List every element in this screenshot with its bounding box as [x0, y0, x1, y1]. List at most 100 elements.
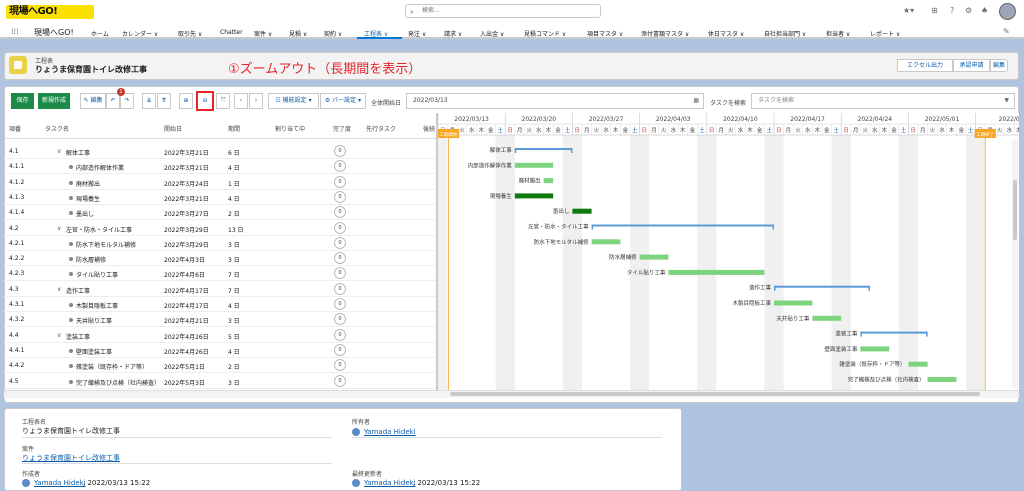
search-placeholder: 検索... — [422, 7, 440, 14]
gantt-edit-button[interactable]: ✎ 編集 — [80, 93, 106, 109]
col-successor[interactable]: 後続 — [423, 124, 435, 133]
zoom-in-button[interactable]: ⊕ — [179, 93, 193, 109]
avatar[interactable] — [999, 3, 1016, 20]
prev-period-button[interactable]: ‹ — [234, 93, 248, 109]
col-duration[interactable]: 期間 — [228, 124, 240, 133]
collapse-all-button[interactable]: ⇊ — [142, 93, 156, 109]
task-start: 2022年3月21日 — [164, 196, 209, 203]
created-by-link[interactable]: Yamada Hideki — [34, 479, 86, 487]
app-launcher-icon[interactable]: ⁞⁞⁞ — [11, 27, 19, 36]
next-period-button[interactable]: › — [249, 93, 263, 109]
col-assigned[interactable]: 割り当て中 — [275, 124, 305, 133]
favorites-icon[interactable]: ★▾ — [903, 6, 914, 15]
nav-item-estimate-commands[interactable]: 見積コマンド ∨ — [524, 29, 566, 38]
task-search-input[interactable]: タスクを検索 ▼ — [751, 93, 1015, 109]
nav-edit-icon[interactable]: ✎ — [1003, 27, 1010, 36]
nav-item-calendar[interactable]: カレンダー ∨ — [122, 29, 158, 38]
new-button[interactable]: 新規作成 — [38, 93, 70, 109]
global-search-input[interactable]: ⌕ 検索... — [405, 4, 601, 18]
col-predecessor[interactable]: 先行タスク — [366, 124, 396, 133]
chevron-down-icon[interactable]: ∨ — [57, 225, 61, 232]
nav-item-payments[interactable]: 入出金 ∨ — [480, 29, 504, 38]
calendar-icon[interactable]: ▦ — [693, 94, 699, 108]
col-task-name[interactable]: タスク名 — [45, 124, 69, 133]
zoom-out-button[interactable]: ⊖ — [196, 91, 214, 111]
task-bar — [668, 269, 765, 275]
fit-to-screen-button[interactable]: ⤧ — [216, 93, 230, 109]
nav-item-orders[interactable]: 発注 ∨ — [408, 29, 426, 38]
task-bar-label: 墨出し — [553, 207, 570, 215]
task-name[interactable]: 塗装工事 — [66, 332, 90, 341]
task-name[interactable]: 防水層補修 — [76, 255, 106, 264]
task-name[interactable]: 壁面塗装工事 — [76, 347, 112, 356]
owner-link[interactable]: Yamada Hideki — [364, 428, 416, 436]
task-name[interactable]: 解体工事 — [66, 148, 90, 157]
day-label: 火 — [459, 128, 465, 134]
vertical-scroll-thumb[interactable] — [1013, 180, 1017, 240]
start-date-input[interactable]: 2022/03/13 ▦ — [406, 93, 704, 109]
nav-item-department[interactable]: 自社担当部門 ∨ — [764, 29, 806, 38]
weekend-column — [764, 135, 774, 397]
weekend-column — [898, 135, 909, 397]
day-label: 水 — [872, 126, 878, 134]
nav-item-projects[interactable]: 案件 ∨ — [254, 29, 272, 38]
bell-icon[interactable]: ♠ — [981, 6, 988, 15]
horizontal-scroll-thumb[interactable] — [450, 392, 980, 396]
task-name[interactable]: 内部造作解体作業 — [76, 163, 124, 172]
nav-item-invoices[interactable]: 請求 ∨ — [444, 29, 462, 38]
task-name[interactable]: 廃材搬出 — [76, 179, 100, 188]
nav-item-contracts[interactable]: 契約 ∨ — [324, 29, 342, 38]
nav-item-reports[interactable]: レポート ∨ — [870, 29, 900, 38]
nav-item-item-master[interactable]: 項目マスタ ∨ — [587, 29, 623, 38]
nav-item-attachment-master[interactable]: 添付書類マスタ ∨ — [641, 29, 689, 38]
approval-request-button[interactable]: 承認申請 — [953, 59, 990, 72]
task-name[interactable]: 防水下地モルタル補修 — [76, 240, 136, 249]
task-name[interactable]: タイル貼り工事 — [76, 270, 118, 279]
row-number: 4.2.1 — [9, 240, 25, 247]
nav-item-estimates[interactable]: 見積 ∨ — [289, 29, 307, 38]
task-name[interactable]: 雑塗装（既存枠・ドア等） — [76, 362, 148, 371]
save-button[interactable]: 保存 — [11, 93, 34, 109]
weekend-column — [630, 135, 640, 397]
task-name[interactable]: 左官・防水・タイル工事 — [66, 225, 132, 234]
nav-item-staff[interactable]: 担当者 ∨ — [826, 29, 850, 38]
gear-icon[interactable]: ⚙ — [965, 6, 972, 15]
col-done[interactable]: 完了度 — [333, 124, 351, 133]
task-start: 2022年3月24日 — [164, 181, 209, 188]
vertical-scrollbar[interactable] — [1012, 140, 1018, 388]
nav-item-holiday-master[interactable]: 休日マスタ ∨ — [708, 29, 744, 38]
nav-item-chatter[interactable]: Chatter — [220, 29, 243, 36]
app-logo[interactable]: 現場へGO! — [6, 5, 94, 19]
task-name[interactable]: 完了織検及び点検（社内検査） — [76, 378, 160, 387]
nav-item-home[interactable]: ホーム — [91, 29, 109, 38]
row-number: 4.5 — [9, 378, 19, 385]
chevron-down-icon[interactable]: ∨ — [57, 148, 61, 155]
chevron-down-icon[interactable]: ∨ — [57, 286, 61, 293]
task-name[interactable]: 現場養生 — [76, 194, 100, 203]
summary-bar-cap — [868, 285, 870, 291]
nav-item-accounts[interactable]: 取引先 ∨ — [178, 29, 202, 38]
day-label: 火 — [728, 128, 734, 134]
task-name[interactable]: 造作工事 — [66, 286, 90, 295]
day-label: 水 — [939, 126, 945, 134]
task-name[interactable]: 天井貼り工事 — [76, 316, 112, 325]
task-name[interactable]: 墨出し — [76, 209, 94, 218]
col-start[interactable]: 開始日 — [164, 124, 182, 133]
project-link[interactable]: りょうま保育園トイレ改修工事 — [22, 453, 120, 463]
col-number[interactable]: 項番 — [9, 124, 21, 133]
day-label: 金 — [824, 126, 830, 134]
annotation-text: ①ズームアウト（長期間を表示） — [228, 62, 422, 77]
chevron-down-icon[interactable]: ∨ — [57, 332, 61, 339]
task-name[interactable]: 木製目隠板工事 — [76, 301, 118, 310]
modified-by-link[interactable]: Yamada Hideki — [364, 479, 416, 487]
bar-settings-dropdown[interactable]: ⚙ バー設定 ▾ — [320, 93, 366, 109]
edit-button[interactable]: 編集 — [990, 59, 1008, 72]
week-label: 2022/03/27 — [589, 116, 624, 123]
add-icon[interactable]: ⊞ — [931, 6, 938, 15]
help-icon[interactable]: ? — [950, 6, 954, 15]
day-label: 土 — [565, 126, 571, 134]
feature-settings-dropdown[interactable]: ☷ 機能設定 ▾ — [268, 93, 319, 109]
excel-export-button[interactable]: エクセル出力 — [897, 59, 953, 72]
expand-all-button[interactable]: ⇈ — [157, 93, 171, 109]
filter-icon[interactable]: ▼ — [1004, 94, 1009, 108]
